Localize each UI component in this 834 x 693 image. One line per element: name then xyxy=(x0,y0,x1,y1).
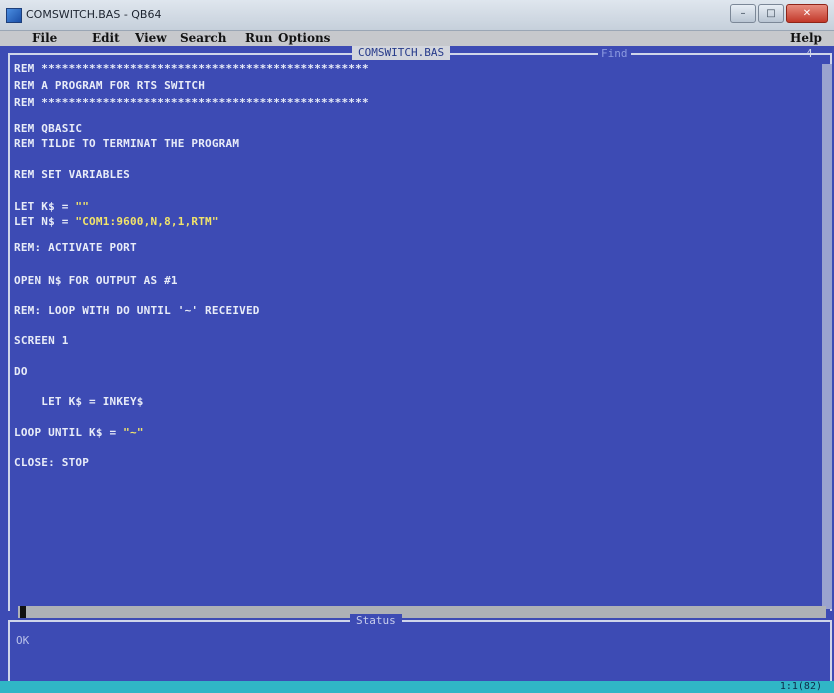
menu-bar: File Edit View Search Run Options Help xyxy=(0,31,834,46)
code-line[interactable]: OPEN N$ FOR OUTPUT AS #1 xyxy=(14,274,178,287)
code-line[interactable]: REM ************************************… xyxy=(14,96,369,109)
code-line[interactable]: REM SET VARIABLES xyxy=(14,168,130,181)
window-title: COMSWITCH.BAS - QB64 xyxy=(26,8,162,21)
minimize-button[interactable]: – xyxy=(730,4,756,23)
code-line[interactable]: REM: LOOP WITH DO UNTIL '~' RECEIVED xyxy=(14,304,260,317)
code-line[interactable]: LET K$ = "" xyxy=(14,200,89,213)
horizontal-scrollbar[interactable] xyxy=(18,606,826,618)
menu-file[interactable]: File xyxy=(32,31,57,46)
code-line[interactable]: REM QBASIC xyxy=(14,122,82,135)
status-message: OK xyxy=(16,634,30,647)
code-line[interactable]: SCREEN 1 xyxy=(14,334,69,347)
code-line[interactable]: REM TILDE TO TERMINAT THE PROGRAM xyxy=(14,137,239,150)
bottom-status-bar: 1:1(82) xyxy=(0,681,834,693)
string-literal: "" xyxy=(75,200,90,213)
string-literal: "COM1:9600,N,8,1,RTM" xyxy=(75,215,219,228)
code-line[interactable]: CLOSE: STOP xyxy=(14,456,89,469)
qb64-window: COMSWITCH.BAS - QB64 – □ ✕ File Edit Vie… xyxy=(0,0,834,693)
code-line[interactable]: DO xyxy=(14,365,28,378)
title-bar[interactable]: COMSWITCH.BAS - QB64 – □ ✕ xyxy=(0,0,834,31)
status-label: Status xyxy=(350,614,402,627)
code-line[interactable]: REM ************************************… xyxy=(14,62,369,75)
code-line[interactable]: REM A PROGRAM FOR RTS SWITCH xyxy=(14,79,205,92)
status-panel xyxy=(8,620,832,684)
menu-search[interactable]: Search xyxy=(180,31,226,46)
code-line[interactable]: LOOP UNTIL K$ = "~" xyxy=(14,426,144,439)
string-literal: "~" xyxy=(123,426,144,439)
menu-help[interactable]: Help xyxy=(790,31,822,46)
qb64-app-icon xyxy=(6,8,22,23)
code-line[interactable]: LET K$ = INKEY$ xyxy=(14,395,144,408)
menu-options[interactable]: Options xyxy=(278,31,330,46)
maximize-button[interactable]: □ xyxy=(758,4,784,23)
menu-view[interactable]: View xyxy=(135,31,167,46)
editor-position-indicator: 4 xyxy=(806,47,813,60)
filename-tab: COMSWITCH.BAS xyxy=(352,46,451,60)
vertical-scrollbar[interactable] xyxy=(822,64,832,609)
menu-edit[interactable]: Edit xyxy=(92,31,120,46)
close-button[interactable]: ✕ xyxy=(786,4,828,23)
horizontal-scroll-thumb[interactable] xyxy=(20,606,26,618)
code-line[interactable]: LET N$ = "COM1:9600,N,8,1,RTM" xyxy=(14,215,219,228)
code-line[interactable]: REM: ACTIVATE PORT xyxy=(14,241,137,254)
find-label: Find xyxy=(598,47,631,60)
cursor-position: 1:1(82) xyxy=(779,681,822,692)
menu-run[interactable]: Run xyxy=(245,31,272,46)
